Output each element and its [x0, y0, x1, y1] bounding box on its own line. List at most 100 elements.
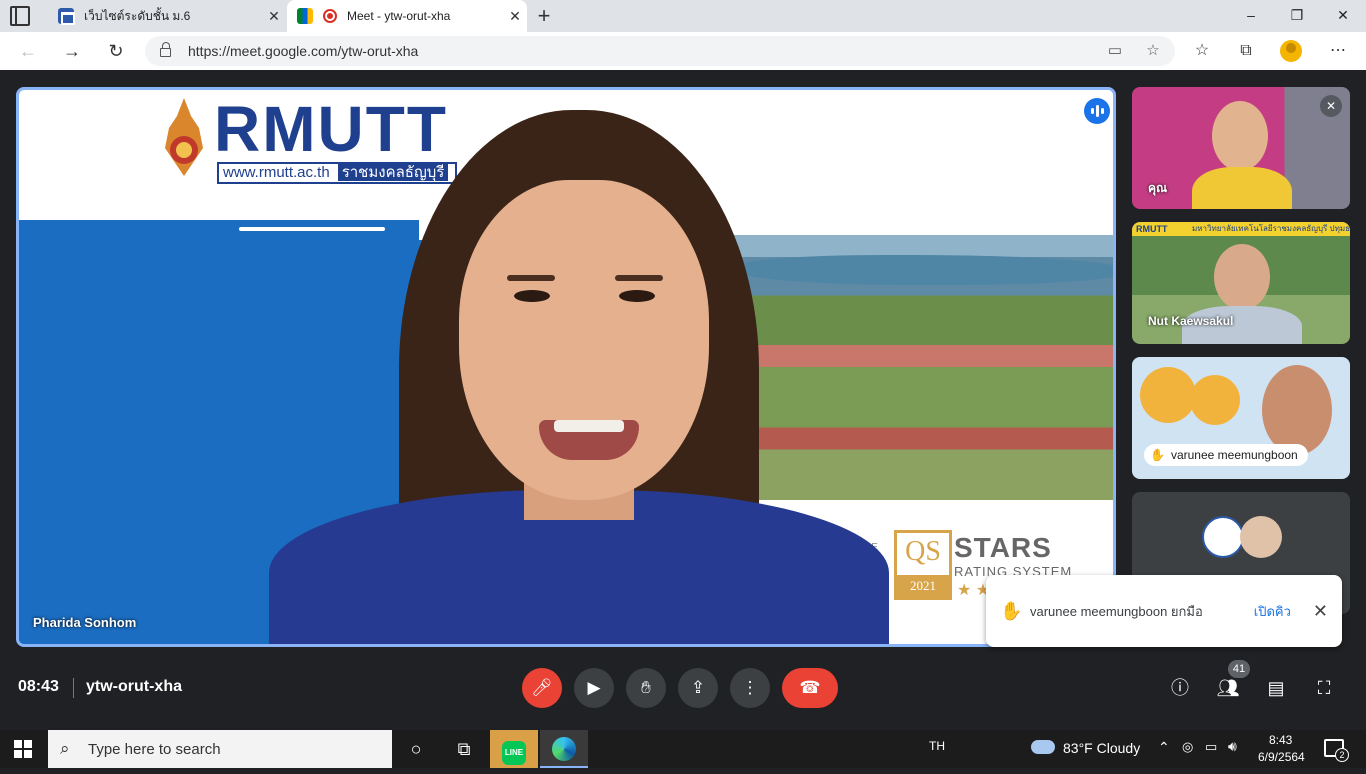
notification-count: 2 — [1335, 748, 1349, 762]
main-participant-name: Pharida Sonhom — [33, 615, 137, 630]
participant-avatar — [1202, 516, 1244, 558]
present-screen-button[interactable]: ⇪ — [678, 668, 718, 708]
campus-lake — [739, 255, 1113, 285]
browser-toolbar: ← → ↻ https://meet.google.com/ytw-orut-x… — [0, 32, 1366, 70]
cortana-icon[interactable]: ○ — [392, 730, 440, 768]
cartoon-helmet — [1140, 367, 1196, 423]
camera-button[interactable]: ▶ — [574, 668, 614, 708]
speaker-eye — [514, 290, 550, 302]
window-close-button[interactable]: ✕ — [1320, 0, 1366, 30]
tab-title: เว็บไซต์ระดับชั้น ม.6 — [84, 8, 191, 23]
participant-name: varunee meemungboon — [1170, 448, 1298, 462]
participant-face — [1262, 365, 1332, 455]
windows-taskbar: ⌕ Type here to search ○ ⧉ LINE TH 83°F C… — [0, 730, 1366, 768]
camera-in-use-icon[interactable]: ▭ — [1105, 41, 1125, 61]
qs-logo: QS 2021 — [894, 530, 952, 600]
location-icon[interactable]: ◎ — [1182, 739, 1193, 755]
battery-icon[interactable]: ▭ — [1205, 739, 1217, 755]
meeting-info-icon[interactable]: ⓘ — [1166, 674, 1194, 702]
participant-tile[interactable]: ✋ varunee meemungboon — [1132, 357, 1350, 479]
recording-icon — [323, 9, 337, 23]
task-view-icon[interactable]: ⧉ — [440, 730, 488, 768]
speaker-brow — [615, 275, 663, 281]
minimize-button[interactable]: – — [1228, 0, 1274, 30]
browser-tab-bar: เว็บไซต์ระดับชั้น ม.6 ✕ Meet - ytw-orut-… — [0, 0, 1366, 32]
speaker-brow — [507, 275, 555, 281]
slide-underline — [239, 227, 385, 231]
speaker-teeth — [554, 420, 624, 432]
participant-tile-self[interactable]: คุณ ✕ — [1132, 87, 1350, 209]
participant-face — [1212, 101, 1268, 171]
activities-icon[interactable]: ⛶ — [1310, 674, 1338, 702]
meeting-code: ytw-orut-xha — [86, 678, 182, 695]
search-placeholder: Type here to search — [88, 741, 221, 758]
open-queue-link[interactable]: เปิดคิว — [1254, 601, 1291, 622]
close-icon[interactable]: ✕ — [262, 8, 286, 25]
input-language[interactable]: TH — [929, 739, 945, 753]
profile-avatar-icon[interactable] — [1280, 40, 1302, 62]
lock-icon[interactable] — [160, 42, 171, 57]
new-tab-button[interactable]: + — [532, 2, 556, 30]
raised-hand-icon: ✋ — [1000, 600, 1023, 621]
chat-icon[interactable]: ▤ — [1262, 674, 1290, 702]
chevron-up-icon[interactable]: ⌃ — [1158, 739, 1170, 756]
raised-hand-chip: ✋ varunee meemungboon — [1144, 444, 1308, 466]
qs-year: 2021 — [897, 575, 949, 597]
clock-date[interactable]: 6/9/2564 — [1258, 750, 1305, 764]
mic-off-button[interactable]: 🎤︎ — [522, 668, 562, 708]
leave-call-button[interactable]: ☎ — [782, 668, 838, 708]
mic-off-icon: ✕ — [1320, 95, 1342, 117]
tab-school-website[interactable]: เว็บไซต์ระดับชั้น ม.6 ✕ — [48, 0, 286, 32]
participant-tile[interactable]: มหาวิทยาลัยเทคโนโลยีราชมงคลธัญบุรี ปทุมธ… — [1132, 222, 1350, 344]
favorites-icon[interactable]: ☆ — [1187, 36, 1217, 66]
qs-text: QS — [905, 536, 941, 567]
main-video-tile[interactable]: RMUTT www.rmutt.ac.th ราชมงคลธัญบุรี Raja… — [16, 87, 1116, 647]
raised-hand-icon: ✋ — [1150, 448, 1165, 462]
edge-app-icon[interactable] — [540, 730, 588, 768]
participant-name: คุณ — [1148, 181, 1168, 195]
add-favorite-icon[interactable]: ☆ — [1143, 41, 1163, 61]
windows-start-icon[interactable] — [14, 740, 32, 758]
divider — [73, 678, 74, 698]
participant-count-badge: 41 — [1228, 660, 1250, 678]
participant-shirt — [1192, 167, 1292, 209]
rmutt-logo-text: RMUTT — [214, 93, 448, 165]
url-text[interactable]: https://meet.google.com/ytw-orut-xha — [188, 43, 418, 59]
slide-website: www.rmutt.ac.th ราชมงคลธัญบุรี — [217, 162, 457, 184]
more-options-button[interactable]: ⋮ — [730, 668, 770, 708]
forward-arrow-icon[interactable]: → — [57, 36, 87, 66]
address-bar[interactable]: https://meet.google.com/ytw-orut-xha ▭ ☆ — [145, 36, 1175, 66]
close-icon[interactable]: ✕ — [1313, 601, 1328, 622]
people-icon[interactable]: 👥︎ — [1214, 674, 1242, 702]
collections-icon[interactable]: ⧉ — [1231, 36, 1261, 66]
speaking-indicator-icon — [1084, 98, 1110, 124]
volume-icon[interactable]: 🔊︎ — [1228, 738, 1237, 755]
toast-message: varunee meemungboon ยกมือ — [1030, 603, 1203, 619]
speaker-eye — [619, 290, 655, 302]
cartoon-helmet — [1190, 375, 1240, 425]
search-icon: ⌕ — [60, 739, 70, 758]
tab-actions-icon[interactable] — [10, 6, 30, 26]
back-arrow-icon[interactable]: ← — [13, 36, 43, 66]
raise-hand-button[interactable]: ✋︎ — [626, 668, 666, 708]
raised-hand-toast: ✋ varunee meemungboon ยกมือ เปิดคิว ✕ — [986, 575, 1342, 647]
participant-face — [1214, 244, 1270, 310]
taskbar-search-box[interactable]: ⌕ Type here to search — [48, 730, 392, 768]
participant-name: Nut Kaewsakul — [1148, 314, 1234, 328]
close-icon[interactable]: ✕ — [503, 8, 527, 25]
rmutt-banner-logo: RMUTT — [1136, 224, 1168, 234]
rmutt-emblem-icon — [165, 98, 203, 176]
reload-icon[interactable]: ↻ — [101, 36, 131, 66]
weather-text[interactable]: 83°F Cloudy — [1063, 740, 1140, 756]
restore-button[interactable]: ❐ — [1274, 0, 1320, 30]
more-options-icon[interactable]: ⋯ — [1323, 36, 1353, 66]
tab-title: Meet - ytw-orut-xha — [347, 9, 451, 23]
line-app-icon[interactable]: LINE — [490, 730, 538, 768]
meet-favicon-icon — [297, 8, 313, 24]
slide-website-text: www.rmutt.ac.th — [223, 164, 330, 181]
sheet-favicon-icon — [58, 8, 75, 25]
clock-time[interactable]: 8:43 — [1269, 733, 1292, 747]
cloud-weather-icon[interactable] — [1031, 740, 1055, 754]
stars-title: STARS — [954, 532, 1052, 563]
tab-meet[interactable]: Meet - ytw-orut-xha ✕ — [287, 0, 527, 32]
